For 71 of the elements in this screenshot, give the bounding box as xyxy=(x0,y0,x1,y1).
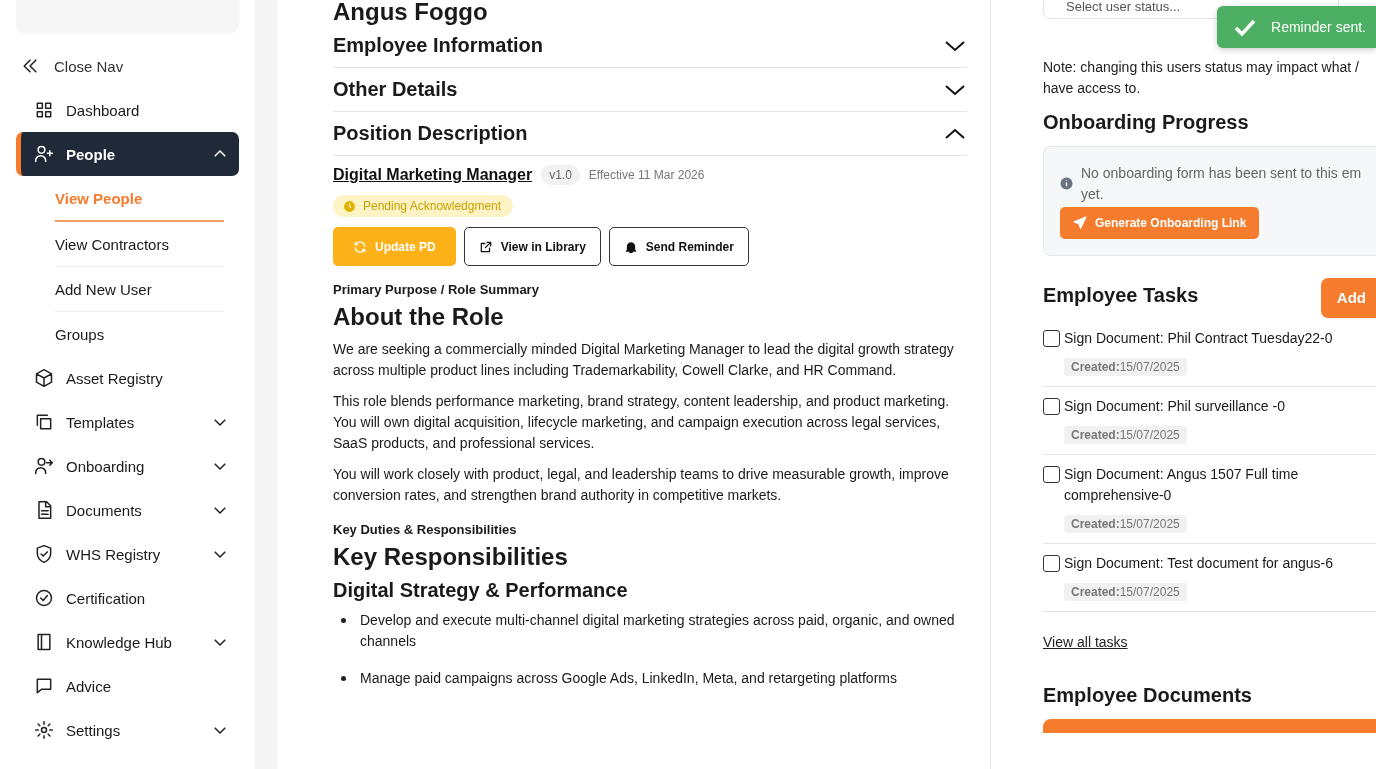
task-checkbox[interactable] xyxy=(1043,555,1060,572)
clock-icon xyxy=(343,199,356,213)
bullet-icon xyxy=(341,618,346,623)
submenu-item[interactable]: View Contractors xyxy=(55,222,224,267)
info-icon xyxy=(1060,177,1073,190)
nav-item[interactable]: Settings xyxy=(16,708,239,752)
task-title: Sign Document: Phil surveillance -0 xyxy=(1064,397,1286,416)
paragraph: This role blends performance marketing, brand strategy, content leadership, and product marketing. You will own digital acquisition, lifecycle marketing, and campaign execution across legal services, SaaS products, and professional services. xyxy=(333,392,951,453)
nav-item[interactable]: Dashboard xyxy=(16,88,239,132)
task-title: Sign Document: Test document for angus-6 xyxy=(1064,554,1334,573)
section-heading: Key Responsibilities xyxy=(333,543,569,571)
task-checkbox[interactable] xyxy=(1043,330,1060,347)
accordion-header[interactable]: Other Details xyxy=(333,68,967,112)
accordion-header[interactable]: Employee Information xyxy=(333,24,967,68)
user-plus-icon xyxy=(34,144,54,164)
nav-item[interactable]: Asset Registry xyxy=(16,356,239,400)
nav-item[interactable]: Certification xyxy=(16,576,239,620)
settings-icon xyxy=(34,720,54,740)
close-nav-button[interactable]: Close Nav xyxy=(16,44,239,88)
cube-icon xyxy=(34,368,54,388)
bell-icon xyxy=(623,239,638,254)
nav-item[interactable]: WHS Registry xyxy=(16,532,239,576)
list-item-text: Manage paid campaigns across Google Ads, LinkedIn, Meta, and retargeting platforms xyxy=(360,669,897,688)
nav-item[interactable]: Documents xyxy=(16,488,239,532)
task-title: Sign Document: Angus 1507 Full time comprehensive-0 xyxy=(1064,465,1300,505)
section-label: Key Duties & Responsibilities xyxy=(333,522,518,537)
submenu-item[interactable]: Add New User xyxy=(55,267,224,312)
onboarding-heading: Onboarding Progress xyxy=(1043,111,1249,134)
nav-item[interactable]: Templates xyxy=(16,400,239,444)
chat-bubble-icon xyxy=(34,676,54,696)
paper-plane-icon xyxy=(1073,216,1087,230)
task-checkbox[interactable] xyxy=(1043,466,1060,483)
status-badge: Pending Acknowledgment xyxy=(333,195,514,217)
version-badge: v1.0 xyxy=(541,165,580,185)
library-button[interactable]: View in Library xyxy=(463,227,601,266)
task-title: Sign Document: Phil Contract Tuesday22-0 xyxy=(1064,329,1334,348)
shield-check-icon xyxy=(34,544,54,564)
copy-icon xyxy=(34,412,54,432)
submenu-item[interactable]: Groups xyxy=(55,312,224,356)
created-date-tag: Created:15/07/2025 xyxy=(1064,426,1187,444)
created-date-tag: Created:15/07/2025 xyxy=(1064,358,1187,376)
position-title-link[interactable]: Digital Marketing Manager xyxy=(333,166,533,184)
paragraph: You will work closely with product, legal, and leadership teams to drive measurable growth, improve conversion rates, and strengthen brand authority in competitive markets. xyxy=(333,465,950,505)
status-note: Note: changing this users status may impact what / have access to. xyxy=(1043,58,1360,98)
list-item-text: Develop and execute multi-channel digital marketing strategies across paid, organic, and owned channels xyxy=(360,611,956,651)
accordion-header[interactable]: Position Description xyxy=(333,112,967,156)
reminder-button[interactable]: Send Reminder xyxy=(608,227,749,266)
tasks-heading: Employee Tasks xyxy=(1043,284,1199,307)
nav-item[interactable]: Knowledge Hub xyxy=(16,620,239,664)
onboarding-message: No onboarding form has been sent to this em yet. xyxy=(1081,164,1363,204)
grid-icon xyxy=(34,100,54,120)
task-checkbox[interactable] xyxy=(1043,398,1060,415)
created-date-tag: Created:15/07/2025 xyxy=(1064,583,1187,601)
nav-item[interactable]: People xyxy=(16,132,239,176)
section-label: Primary Purpose / Role Summary xyxy=(333,282,540,297)
effective-date: Effective 11 Mar 2026 xyxy=(588,168,705,182)
section-heading: About the Role xyxy=(333,303,505,331)
book-icon xyxy=(34,632,54,652)
nav-item[interactable]: Advice xyxy=(16,664,239,708)
created-date-tag: Created:15/07/2025 xyxy=(1064,515,1187,533)
paragraph: We are seeking a commercially minded Digital Marketing Manager to lead the digital growth strategy across multiple product lines including Trademarkability, Cowell Clarke, and HR Command. xyxy=(333,340,955,380)
bullet-icon xyxy=(341,676,346,681)
documents-heading: Employee Documents xyxy=(1043,684,1252,707)
nav-item[interactable]: Onboarding xyxy=(16,444,239,488)
refresh-icon xyxy=(353,239,367,254)
employee-name: Angus Foggo xyxy=(333,0,489,24)
view-all-tasks-link[interactable]: View all tasks xyxy=(1043,634,1128,650)
external-link-icon xyxy=(478,239,493,254)
subsection-heading: Digital Strategy & Performance xyxy=(333,579,629,602)
user-arrow-icon xyxy=(34,456,54,476)
toast-notification: Reminder sent. xyxy=(1217,6,1376,48)
